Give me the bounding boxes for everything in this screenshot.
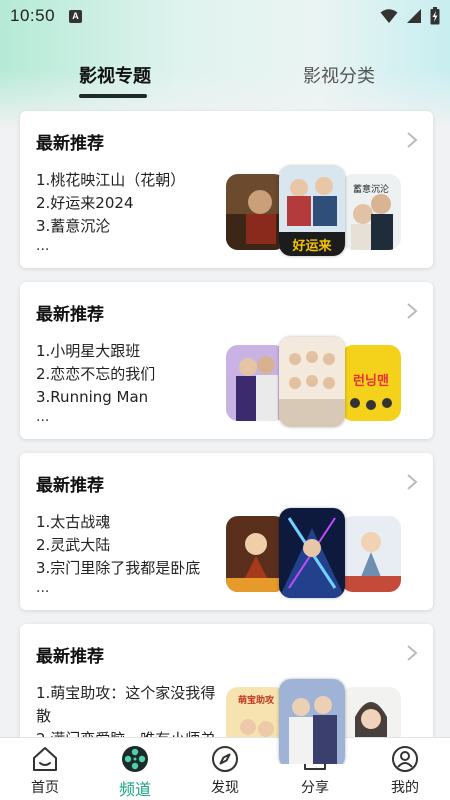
nav-label: 首页 (31, 780, 59, 796)
wifi-icon (380, 9, 398, 23)
more-ellipsis: ... (36, 409, 50, 425)
list-item: 3.蓄意沉沦 (36, 217, 111, 235)
card-lines: 1.小明星大跟班 2.恋恋不忘的我们 3.Running Man ... (36, 340, 226, 425)
list-item: 1.小明星大跟班 (36, 342, 141, 360)
nav-label: 发现 (211, 780, 239, 796)
list-item: 2.恋恋不忘的我们 (36, 365, 156, 383)
group-poster (279, 337, 345, 427)
chevron-right-icon (407, 474, 418, 490)
card-title: 最新推荐 (36, 647, 104, 667)
nav-profile[interactable]: 我的 (360, 738, 450, 800)
anime-battle-poster (279, 508, 345, 598)
anime-sect-poster (341, 516, 401, 592)
list-item: 3.Running Man (36, 388, 149, 406)
list-item: 1.太古战魂 (36, 513, 111, 531)
list-item: 2.灵武大陆 (36, 536, 111, 554)
nav-label: 分享 (301, 780, 329, 796)
anime-warrior-poster (226, 516, 286, 592)
chevron-right-icon (407, 132, 418, 148)
bottom-navigation: 首页 频道 发现 分享 我的 (0, 737, 450, 800)
nav-channel[interactable]: 频道 (90, 738, 180, 800)
poster-stack: 好运来 蓄意沉沦 (226, 166, 406, 266)
poster-text: 好运来 (291, 238, 332, 254)
comedy-poster: 好运来 (279, 166, 345, 256)
status-time: 10:50 (10, 6, 56, 25)
poster-stack: 런닝맨 (226, 337, 406, 437)
nav-label: 频道 (118, 780, 151, 799)
poster-text: 萌宝助攻 (238, 694, 275, 706)
tab-categories[interactable]: 影视分类 (303, 62, 375, 88)
battery-icon (430, 7, 440, 25)
topic-card[interactable]: 最新推荐 1.太古战魂 2.灵武大陆 3.宗门里除了我都是卧底 ... (20, 453, 433, 610)
nav-home[interactable]: 首页 (0, 738, 90, 800)
tab-topics[interactable]: 影视专题 (79, 62, 151, 88)
chevron-right-icon (407, 303, 418, 319)
card-lines: 1.太古战魂 2.灵武大陆 3.宗门里除了我都是卧底 ... (36, 511, 226, 596)
poster-text: 런닝맨 (353, 373, 389, 389)
topic-card[interactable]: 最新推荐 1.小明星大跟班 2.恋恋不忘的我们 3.Running Man ..… (20, 282, 433, 439)
status-icons (380, 7, 440, 25)
romance-poster: 蓄意沉沦 (341, 174, 401, 250)
film-reel-icon (122, 746, 148, 772)
list-item: 3.宗门里除了我都是卧底 (36, 559, 201, 577)
list-item: 2.好运来2024 (36, 194, 134, 212)
compass-icon (212, 746, 238, 772)
variety-poster (226, 345, 286, 421)
top-tabs: 影视专题 影视分类 (0, 62, 450, 102)
notification-badge: A (69, 9, 83, 23)
card-title: 最新推荐 (36, 476, 104, 496)
card-lines: 1.桃花映江山（花朝） 2.好运来2024 3.蓄意沉沦 ... (36, 169, 226, 254)
nav-label: 我的 (391, 780, 419, 796)
tab-active-indicator (79, 94, 147, 98)
runningman-poster: 런닝맨 (341, 345, 401, 421)
period-drama-poster (226, 174, 286, 250)
signal-icon (407, 9, 421, 23)
card-title: 最新推荐 (36, 305, 104, 325)
profile-icon (392, 746, 418, 772)
list-item: 1.萌宝助攻：这个家没我得散 (36, 684, 216, 725)
poster-text: 蓄意沉沦 (353, 183, 389, 195)
list-item: 1.桃花映江山（花朝） (36, 171, 186, 189)
chevron-right-icon (407, 645, 418, 661)
card-title: 最新推荐 (36, 134, 104, 154)
home-icon (33, 747, 57, 771)
status-bar: 10:50 A (0, 0, 450, 32)
costume-poster (279, 679, 345, 764)
more-ellipsis: ... (36, 238, 50, 254)
topic-card[interactable]: 最新推荐 1.桃花映江山（花朝） 2.好运来2024 3.蓄意沉沦 ... 好运… (20, 111, 433, 268)
nav-discover[interactable]: 发现 (180, 738, 270, 800)
more-ellipsis: ... (36, 580, 50, 596)
poster-stack (226, 508, 406, 608)
